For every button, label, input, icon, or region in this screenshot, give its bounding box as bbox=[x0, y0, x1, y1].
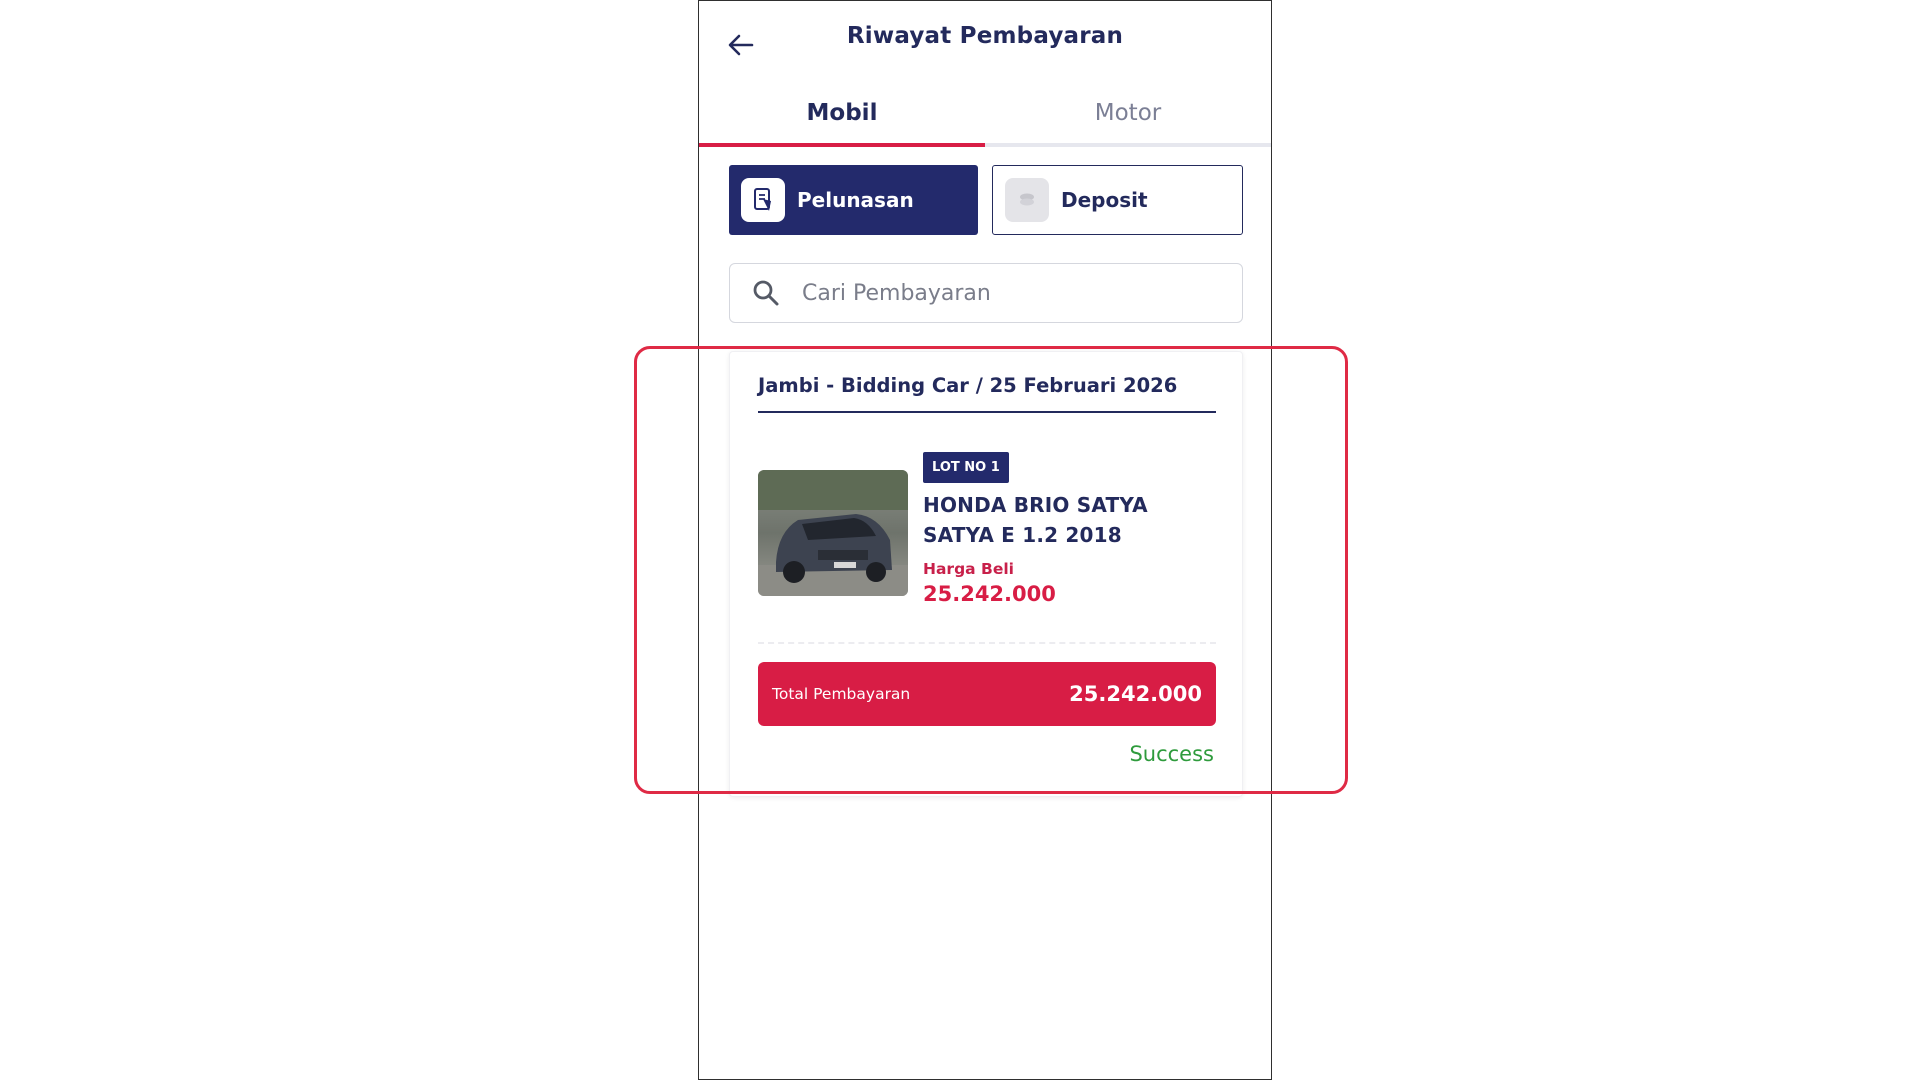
car-image bbox=[758, 470, 908, 596]
pelunasan-label: Pelunasan bbox=[797, 188, 914, 212]
phone-screen: Riwayat Pembayaran Mobil Motor Pelunasan bbox=[698, 0, 1272, 1080]
auction-header: Jambi - Bidding Car / 25 Februari 2026 bbox=[758, 374, 1216, 413]
document-payment-icon bbox=[741, 178, 785, 222]
dashed-divider bbox=[758, 642, 1216, 644]
payment-type-filter: Pelunasan Deposit bbox=[729, 165, 1243, 235]
price-value: 25.242.000 bbox=[923, 582, 1056, 606]
payment-card[interactable]: Jambi - Bidding Car / 25 Februari 2026 L… bbox=[729, 351, 1243, 797]
search-input[interactable] bbox=[800, 279, 1220, 307]
total-label: Total Pembayaran bbox=[772, 685, 911, 703]
tab-motor[interactable]: Motor bbox=[985, 83, 1271, 143]
search-bar bbox=[729, 263, 1243, 323]
total-value: 25.242.000 bbox=[1069, 682, 1202, 706]
page-title: Riwayat Pembayaran bbox=[846, 23, 1124, 49]
total-payment-bar: Total Pembayaran 25.242.000 bbox=[758, 662, 1216, 726]
tab-mobil[interactable]: Mobil bbox=[699, 83, 985, 147]
vehicle-tabs: Mobil Motor bbox=[699, 83, 1271, 147]
status-badge: Success bbox=[1129, 742, 1214, 766]
pelunasan-button[interactable]: Pelunasan bbox=[729, 165, 978, 235]
lot-badge: LOT NO 1 bbox=[923, 452, 1009, 483]
deposit-label: Deposit bbox=[1061, 188, 1148, 212]
coins-icon bbox=[1005, 178, 1049, 222]
search-icon bbox=[753, 280, 779, 306]
deposit-button[interactable]: Deposit bbox=[992, 165, 1243, 235]
price-label: Harga Beli bbox=[923, 560, 1014, 578]
car-name: HONDA BRIO SATYA SATYA E 1.2 2018 bbox=[923, 493, 1148, 547]
